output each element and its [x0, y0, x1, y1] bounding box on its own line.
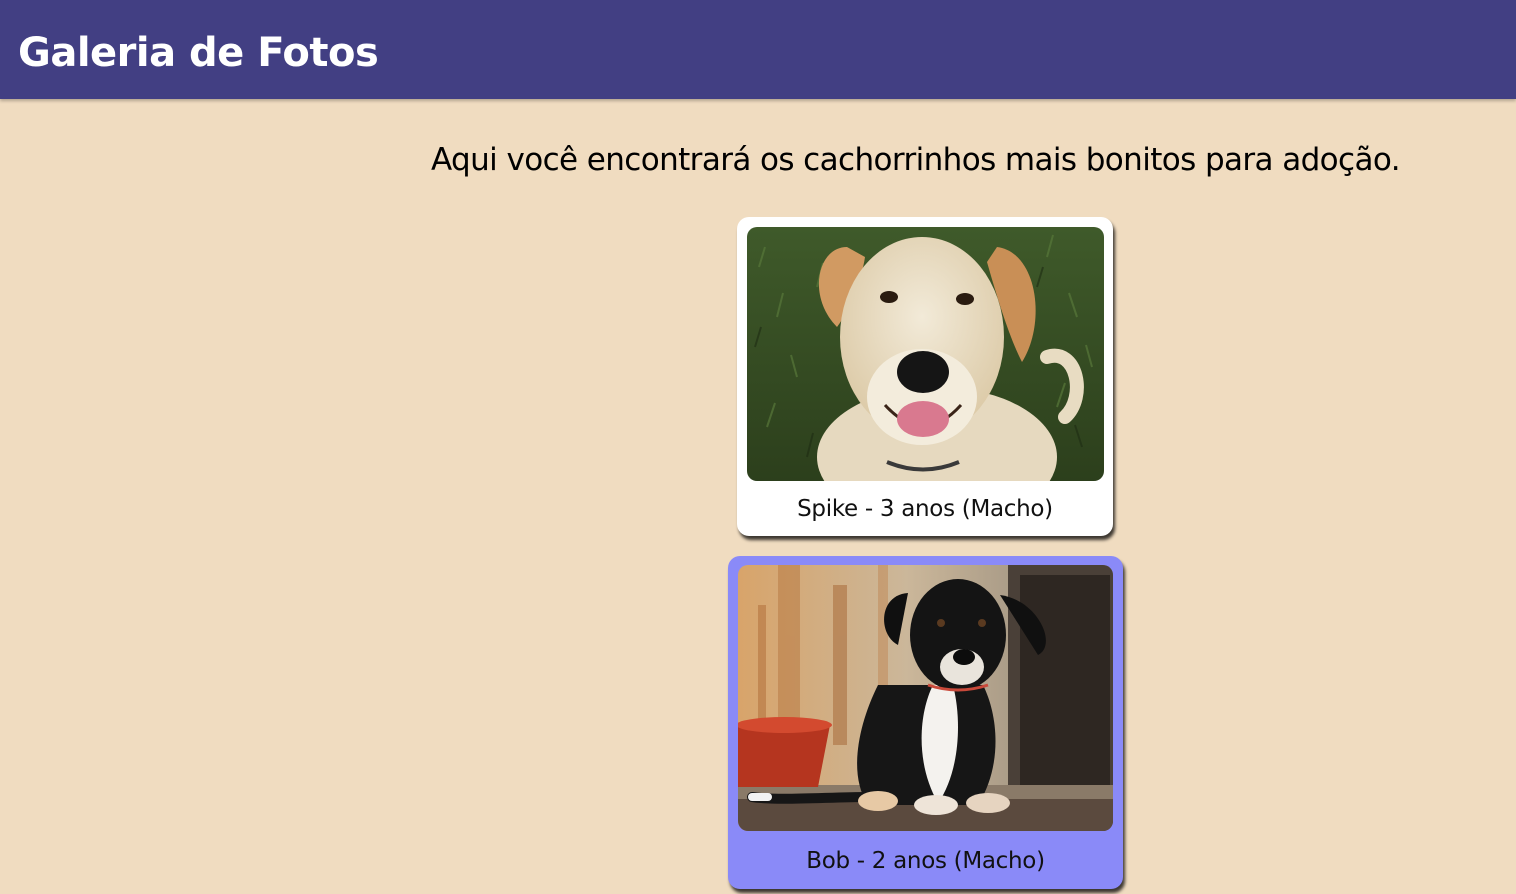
dog-photo-spike-image	[747, 227, 1104, 481]
gallery-card-spike[interactable]: Spike - 3 anos (Macho)	[737, 217, 1113, 536]
dog-photo-spike[interactable]	[747, 227, 1104, 481]
intro-text: Aqui você encontrará os cachorrinhos mai…	[431, 142, 1401, 178]
card-caption: Bob - 2 anos (Macho)	[806, 848, 1045, 874]
dog-photo-bob-image	[738, 565, 1113, 831]
gallery-card-bob[interactable]: Bob - 2 anos (Macho)	[728, 556, 1123, 889]
page-title: Galeria de Fotos	[18, 30, 379, 76]
app-header: Galeria de Fotos	[0, 0, 1516, 99]
card-caption: Spike - 3 anos (Macho)	[797, 496, 1053, 522]
dog-photo-bob[interactable]	[738, 565, 1113, 831]
